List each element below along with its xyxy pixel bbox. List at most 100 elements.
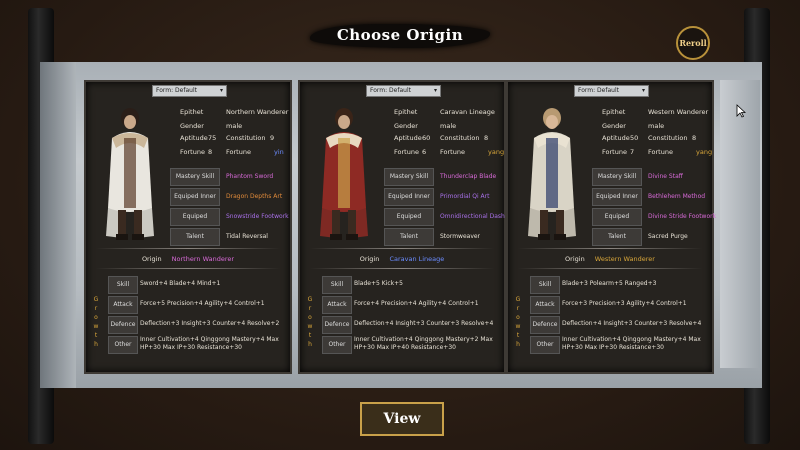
attr-label: Constitution — [648, 134, 688, 142]
attr-value: Caravan Lineage — [440, 108, 495, 116]
growth-letter: w — [93, 323, 99, 330]
character-portrait — [106, 108, 154, 240]
footwork-button[interactable]: Equiped Footwork — [384, 208, 434, 236]
footwork-value: Omnidirectional Dash — [440, 213, 505, 220]
skill-growth-text: Sword+4 Blade+4 Mind+1 — [140, 280, 221, 287]
talent-button[interactable]: Talent — [592, 228, 642, 246]
inner-button[interactable]: Equiped Inner — [384, 188, 434, 206]
attr-value: 75 — [208, 134, 217, 142]
character-portrait — [528, 108, 576, 240]
attr-label: Fortune — [226, 148, 251, 156]
attack-growth-button[interactable]: Attack — [530, 296, 560, 314]
attr-label: Fortune — [602, 148, 627, 156]
talent-button[interactable]: Talent — [170, 228, 220, 246]
chevron-down-icon: ▾ — [641, 87, 645, 94]
attr-label: Aptitude — [602, 134, 630, 142]
form-dropdown-value: Form: Default — [578, 87, 619, 94]
divider — [310, 268, 494, 269]
growth-letter: G — [307, 296, 313, 303]
attack-growth-button[interactable]: Attack — [322, 296, 352, 314]
other-growth-button[interactable]: Other — [108, 336, 138, 354]
talent-value: Tidal Reversal — [226, 233, 268, 240]
skill-growth-button[interactable]: Skill — [530, 276, 560, 294]
origin-line: Origin Caravan Lineage — [300, 255, 504, 263]
origin-line: Origin Northern Wanderer — [86, 255, 290, 263]
attack-growth-text: Force+4 Precision+4 Agility+4 Control+1 — [354, 300, 479, 307]
origin-value: Caravan Lineage — [389, 255, 445, 263]
mouse-cursor-icon — [736, 104, 746, 118]
origin-label: Origin — [141, 255, 162, 263]
attr-label: Epithet — [180, 108, 204, 116]
attack-growth-text: Force+3 Precision+3 Agility+4 Control+1 — [562, 300, 687, 307]
growth-letter: w — [515, 323, 521, 330]
attr-value: male — [226, 122, 243, 130]
attr-value: 6 — [422, 148, 427, 156]
mastery-value: Phantom Sword — [226, 173, 274, 180]
reroll-button[interactable]: Reroll — [676, 26, 710, 60]
growth-letter: h — [516, 341, 520, 348]
inner-value: Bethlehem Method — [648, 193, 706, 200]
attr-label: Gender — [602, 122, 626, 130]
attr-value: 9 — [270, 134, 275, 142]
view-button[interactable]: View — [360, 402, 444, 436]
reroll-icon[interactable]: Reroll — [676, 26, 710, 60]
other-growth-button[interactable]: Other — [322, 336, 352, 354]
growth-letter: o — [94, 314, 98, 321]
attr-value: male — [440, 122, 457, 130]
growth-letter: G — [93, 296, 99, 303]
skill-growth-button[interactable]: Skill — [108, 276, 138, 294]
mastery-button[interactable]: Mastery Skill — [592, 168, 642, 186]
attr-value: 7 — [630, 148, 635, 156]
form-dropdown[interactable]: Form: Default ▾ — [152, 85, 227, 97]
attr-label: Aptitude — [394, 134, 422, 142]
divider — [518, 268, 702, 269]
growth-letter: o — [308, 314, 312, 321]
attr-value: 60 — [422, 134, 431, 142]
skill-growth-text: Blade+5 Kick+5 — [354, 280, 403, 287]
attr-value: 8 — [484, 134, 489, 142]
origin-value: Northern Wanderer — [171, 255, 235, 263]
other-growth-text-line2: HP+30 Max IP+30 Resistance+30 — [140, 344, 242, 351]
attr-label: Fortune — [394, 148, 419, 156]
scroll-edge-right — [720, 80, 760, 368]
attr-value: yin — [274, 148, 284, 156]
defence-growth-text: Deflection+4 Insight+3 Counter+3 Resolve… — [354, 320, 494, 327]
attr-value: yang — [696, 148, 713, 156]
mastery-value: Divine Staff — [648, 173, 683, 180]
origin-panel: Form: Default ▾ Epithet Caravan Lineage … — [298, 80, 506, 374]
scroll-edge-left — [40, 62, 76, 388]
growth-letter: G — [515, 296, 521, 303]
footwork-button[interactable]: Equiped Footwork — [170, 208, 220, 236]
form-dropdown[interactable]: Form: Default ▾ — [574, 85, 649, 97]
mastery-button[interactable]: Mastery Skill — [170, 168, 220, 186]
defence-growth-button[interactable]: Defence — [108, 316, 138, 334]
skill-growth-button[interactable]: Skill — [322, 276, 352, 294]
origin-panel: Form: Default ▾ Epithet Western Wanderer… — [506, 80, 716, 374]
attr-label: Aptitude — [180, 134, 208, 142]
talent-button[interactable]: Talent — [384, 228, 434, 246]
growth-letter: t — [308, 332, 312, 339]
mastery-button[interactable]: Mastery Skill — [384, 168, 434, 186]
footwork-button[interactable]: Equiped Footwork — [592, 208, 642, 236]
defence-growth-text: Deflection+4 Insight+3 Counter+3 Resolve… — [562, 320, 702, 327]
defence-growth-button[interactable]: Defence — [322, 316, 352, 334]
attack-growth-text: Force+5 Precision+4 Agility+4 Control+1 — [140, 300, 265, 307]
chevron-down-icon: ▾ — [219, 87, 223, 94]
footwork-value: Snowstride Footwork — [226, 213, 289, 220]
attack-growth-button[interactable]: Attack — [108, 296, 138, 314]
form-dropdown[interactable]: Form: Default ▾ — [366, 85, 441, 97]
divider — [518, 248, 702, 249]
growth-letter: r — [308, 305, 312, 312]
inner-button[interactable]: Equiped Inner — [170, 188, 220, 206]
inner-button[interactable]: Equiped Inner — [592, 188, 642, 206]
chevron-down-icon: ▾ — [433, 87, 437, 94]
attr-value: 8 — [208, 148, 213, 156]
attr-label: Constitution — [226, 134, 266, 142]
inner-value: Dragon Depths Art — [226, 193, 283, 200]
defence-growth-button[interactable]: Defence — [530, 316, 560, 334]
page-title: Choose Origin — [336, 26, 464, 44]
other-growth-text-line1: Inner Cultivation+4 Qinggong Mastery+4 M… — [562, 336, 701, 343]
attr-label: Constitution — [440, 134, 480, 142]
other-growth-button[interactable]: Other — [530, 336, 560, 354]
attr-label: Epithet — [394, 108, 418, 116]
